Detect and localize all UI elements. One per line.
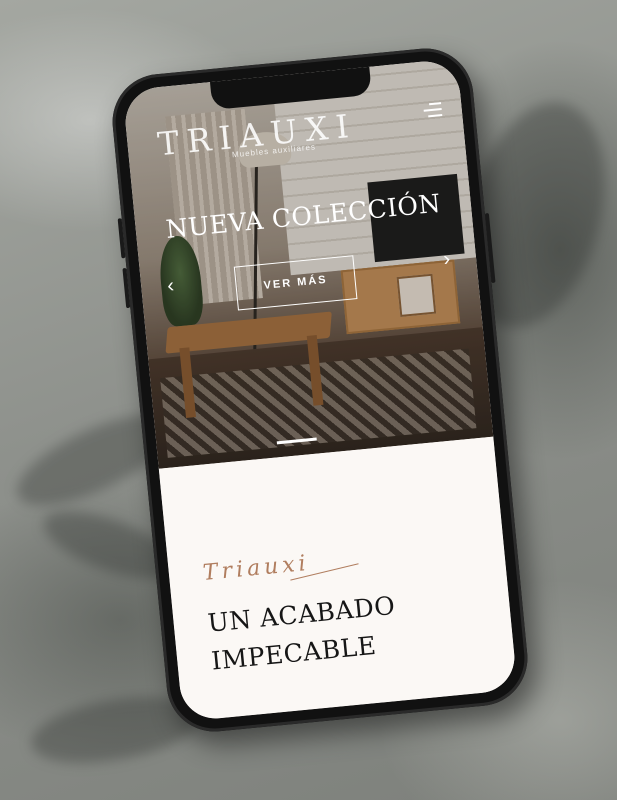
smartphone-frame: TRIAUXI Muebles auxiliares NUEVA COLECCI… (108, 44, 532, 736)
hamburger-menu-icon[interactable] (423, 102, 443, 118)
intro-headline: UN ACABADO IMPECABLE (206, 587, 401, 681)
brand-script-label: Triauxi (201, 550, 311, 586)
phone-screen: TRIAUXI Muebles auxiliares NUEVA COLECCI… (122, 58, 518, 722)
hero-slider: TRIAUXI Muebles auxiliares NUEVA COLECCI… (122, 58, 494, 469)
intro-section: Triauxi UN ACABADO IMPECABLE (158, 436, 518, 722)
